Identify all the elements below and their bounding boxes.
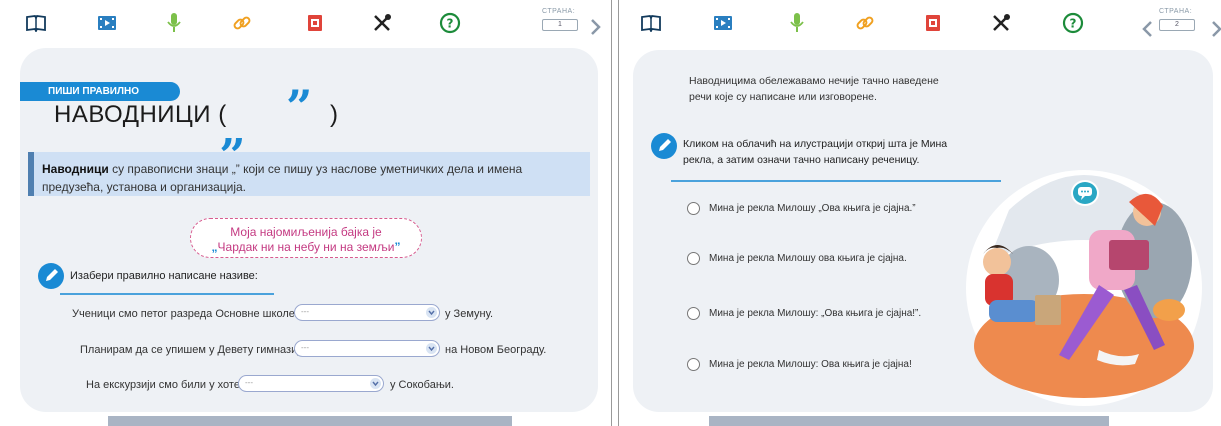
sentence-1-select[interactable]: --- xyxy=(294,304,440,321)
sentence-3-select[interactable]: --- xyxy=(238,375,384,392)
bottom-bar xyxy=(108,416,512,426)
close-quote-glyph: ” xyxy=(286,80,313,134)
page-number-input[interactable]: 2 xyxy=(1159,19,1195,31)
pencil-icon xyxy=(651,133,677,159)
task-underline xyxy=(60,293,274,295)
option-3-label[interactable]: Мина је рекла Милошу: „Ова књига је сјај… xyxy=(709,308,921,319)
sentence-3-after: у Сокобањи. xyxy=(390,379,454,391)
page-title: НАВОДНИЦИ ( xyxy=(54,101,227,129)
intro-text: Наводницима обележавамо нечије тачно нав… xyxy=(689,73,939,105)
intro-line-1: Наводницима обележавамо нечије тачно нав… xyxy=(689,75,939,87)
tools-icon[interactable] xyxy=(989,11,1013,35)
example-cloud: Моја најомиљенија бајка је „Чардак ни на… xyxy=(190,218,422,258)
book-icon[interactable] xyxy=(639,11,663,35)
video-icon[interactable] xyxy=(95,11,119,35)
chevron-right-icon[interactable] xyxy=(588,18,602,36)
cloud-line-2: „Чардак ни на небу ни на земљи” xyxy=(211,240,401,254)
definition-term: Наводници xyxy=(42,162,109,176)
cloud-line-2-text: Чардак ни на небу ни на земљи xyxy=(217,240,395,254)
pencil-icon xyxy=(38,263,64,289)
definition-accent-bar xyxy=(28,152,34,196)
help-icon[interactable]: ? xyxy=(1061,11,1085,35)
definition-text: су правописни знаци „” који се пишу уз н… xyxy=(42,162,523,194)
title-text: НАВОДНИЦИ ( xyxy=(54,101,227,128)
chevron-right-icon[interactable] xyxy=(1209,20,1221,38)
chevron-down-icon[interactable] xyxy=(426,307,437,318)
tools-icon[interactable] xyxy=(370,11,394,35)
sentence-1-after: у Земуну. xyxy=(445,308,494,320)
option-3-radio[interactable] xyxy=(687,307,700,320)
page-label: СТРАНА: xyxy=(542,8,576,15)
definition-box: Наводници су правописни знаци „” који се… xyxy=(28,152,590,196)
book-icon[interactable] xyxy=(24,11,48,35)
select-placeholder: --- xyxy=(245,378,253,387)
sentence-1-before: Ученици смо петог разреда Основне школе xyxy=(72,308,295,320)
worksheet-icon[interactable] xyxy=(303,11,327,35)
link-icon[interactable] xyxy=(853,11,877,35)
option-4-label[interactable]: Мина је рекла Милошу: Ова књига је сјајн… xyxy=(709,359,912,370)
chevron-down-icon[interactable] xyxy=(426,343,437,354)
bottom-bar xyxy=(709,416,1109,426)
page-number-input[interactable]: 1 xyxy=(542,19,578,31)
chevron-left-icon[interactable] xyxy=(1141,20,1155,38)
option-1-label[interactable]: Мина је рекла Милошу „Ова књига је сјајн… xyxy=(709,203,916,214)
sentence-2-select[interactable]: --- xyxy=(294,340,440,357)
svg-text:?: ? xyxy=(1070,17,1077,31)
page-label: СТРАНА: xyxy=(1159,8,1193,15)
option-2-radio[interactable] xyxy=(687,252,700,265)
task-line-2: рекла, а затим означи тачно написану реч… xyxy=(683,154,920,166)
title-close-paren: ) xyxy=(330,101,339,128)
select-placeholder: --- xyxy=(301,343,309,352)
chevron-down-icon[interactable] xyxy=(370,378,381,389)
svg-text:?: ? xyxy=(447,17,454,31)
option-2-label[interactable]: Мина је рекла Милошу ова књига је сјајна… xyxy=(709,253,907,264)
toolbar: ? СТРАНА: 1 xyxy=(0,0,611,44)
task-instruction: Изабери правилно написане називе: xyxy=(70,270,258,282)
task-line-1: Кликом на облачић на илустрацији откриј … xyxy=(683,138,948,150)
microphone-icon[interactable] xyxy=(785,11,809,35)
intro-line-2: речи које су написане или изговорене. xyxy=(689,91,877,103)
microphone-icon[interactable] xyxy=(162,11,186,35)
open-quote-glyph: „ xyxy=(220,102,247,156)
page-indicator: СТРАНА: 1 xyxy=(540,8,601,38)
toolbar: ? СТРАНА: 2 xyxy=(619,0,1221,44)
section-badge: ПИШИ ПРАВИЛНО xyxy=(20,82,180,101)
page-2: ? СТРАНА: 2 Наводницима обележавамо нечи… xyxy=(618,0,1221,426)
sentence-2-after: на Новом Београду. xyxy=(445,344,547,356)
page-indicator: СТРАНА: 2 xyxy=(1157,8,1205,38)
video-icon[interactable] xyxy=(711,11,735,35)
task-instruction: Кликом на облачић на илустрацији откриј … xyxy=(683,136,947,168)
option-4-radio[interactable] xyxy=(687,358,700,371)
cloud-line-1: Моја најомиљенија бајка је xyxy=(230,225,382,239)
chat-bubble-icon[interactable] xyxy=(1071,180,1099,206)
link-icon[interactable] xyxy=(230,11,254,35)
sentence-2-before: Планирам да се упишем у Девету гимназију xyxy=(80,344,306,356)
help-icon[interactable]: ? xyxy=(438,11,462,35)
option-1-radio[interactable] xyxy=(687,202,700,215)
page-1: ? СТРАНА: 1 ПИШИ ПРАВИЛНО НАВОДНИЦИ ( „ … xyxy=(0,0,612,426)
worksheet-icon[interactable] xyxy=(921,11,945,35)
select-placeholder: --- xyxy=(301,307,309,316)
sentence-3-before: На екскурзији смо били у хотелу xyxy=(86,379,252,391)
